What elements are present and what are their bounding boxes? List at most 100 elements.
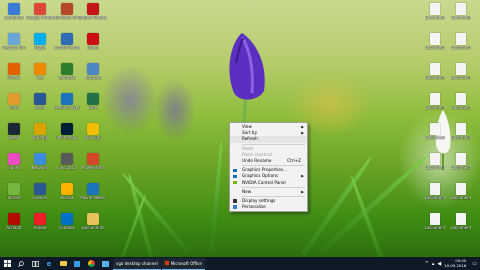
desktop-file-icon[interactable]: Document [448,3,474,21]
menu-item-undo-rename[interactable]: Undo Rename Ctrl+Z [230,158,307,164]
task-view-button[interactable] [28,257,42,270]
app-icon [61,153,73,165]
desktop-icon[interactable]: Skype [27,33,53,51]
desktop-icon[interactable]: Steam [1,123,27,141]
network-icon[interactable]: ▴ [432,261,435,267]
app-icon [8,93,20,105]
desktop-icon[interactable]: Acrobat [1,213,27,231]
document-icon [430,123,440,135]
taskbar-app-2[interactable]: Microsoft Office [161,257,205,270]
app-icon [34,153,46,165]
submenu-arrow-icon: ▶ [301,189,304,194]
desktop-file-icon[interactable]: Document [448,183,474,201]
desktop-file-label: Document [450,226,472,230]
desktop-file-label: Document [424,16,446,20]
desktop-icon[interactable]: Torrent [1,183,27,201]
taskbar-store[interactable] [70,257,84,270]
desktop-file-icon[interactable]: Document [422,153,448,171]
volume-icon[interactable]: ◀ [437,261,441,267]
desktop-icon[interactable]: Control Panel [54,33,80,51]
desktop-icon[interactable]: Winamp [27,123,53,141]
taskbar-edge[interactable]: e [42,257,56,270]
taskbar-file-explorer[interactable] [56,257,70,270]
taskbar-photos[interactable] [98,257,112,270]
search-button[interactable] [14,257,28,270]
taskbar-app-1[interactable]: vga desktop channel [113,257,161,270]
document-icon [430,33,440,45]
chevron-up-icon[interactable]: ^ [425,261,429,267]
menu-item-personalize[interactable]: Personalize [230,204,307,210]
clock[interactable]: 09:00 10-09-2016 [444,258,466,268]
desktop-icon-label: Computer [4,16,24,20]
desktop[interactable]: ComputerGoogle ChromeMicrosoft OfficeAdo… [0,0,480,257]
app-icon [34,93,46,105]
desktop-icon[interactable]: VLC [27,63,53,81]
desktop-icon[interactable]: Outlook [54,213,80,231]
desktop-file-icon[interactable]: Document [422,123,448,141]
desktop-icon[interactable]: Notepad [80,63,106,81]
desktop-icon-label: Documents [81,226,105,230]
desktop-icon-label: Adobe [33,226,47,230]
desktop-icon[interactable]: Documents [80,213,106,231]
desktop-file-icon[interactable]: Document [422,183,448,201]
desktop-file-icon[interactable]: Document [448,153,474,171]
desktop-icon[interactable]: Microsoft Office [53,3,81,21]
taskbar: e vga desktop channel Microsoft Office ^… [0,257,480,270]
desktop-file-icon[interactable]: Document [448,63,474,81]
desktop-icon[interactable]: Network [27,153,53,171]
menu-separator [242,165,305,167]
desktop-context-menu: View ▶ Sort by ▶ Refresh Paste Paste sho… [229,122,308,213]
menu-item-refresh[interactable]: Refresh [230,136,307,143]
desktop-file-icon[interactable]: Document [422,93,448,111]
desktop-icon[interactable]: Google Chrome [26,3,54,21]
desktop-icon-label: Notepad [84,76,102,80]
desktop-file-label: Document [424,196,446,200]
desktop-icon-label: Network [31,166,49,170]
desktop-icon[interactable]: PowerPoint [80,153,106,171]
desktop-icon[interactable]: Media Player [54,93,80,111]
desktop-file-icon[interactable]: Document [448,93,474,111]
app-icon [34,183,46,195]
desktop-icon[interactable]: Audacity [80,123,106,141]
app-icon [87,153,99,165]
desktop-icon[interactable]: Firefox [1,63,27,81]
desktop-icon[interactable]: Word [27,93,53,111]
intel-graphics-icon [233,168,237,173]
start-button[interactable] [0,257,14,270]
desktop-file-icon[interactable]: Document [422,213,448,231]
menu-item-view-label: View [242,124,252,129]
desktop-icon[interactable]: Computer [1,3,27,21]
desktop-file-icon[interactable]: Document [448,213,474,231]
desktop-file-icon[interactable]: Document [422,33,448,51]
app-icon [34,123,46,135]
desktop-file-icon[interactable]: Document [448,33,474,51]
desktop-icon[interactable]: Opera [80,33,106,51]
desktop-icon[interactable]: Picasa [54,183,80,201]
menu-item-new[interactable]: New ▶ [230,189,307,195]
desktop-file-label: Document [450,16,472,20]
desktop-icon[interactable]: Excel [80,93,106,111]
notification-icon[interactable]: ▭ [472,261,477,267]
desktop-icon[interactable]: Adobe [27,213,53,231]
edge-icon: e [46,259,52,268]
desktop-icon-label: Photoshop [56,136,78,140]
desktop-icon[interactable]: Calculator [54,153,80,171]
desktop-icon[interactable]: Movie Maker [80,183,106,201]
menu-item-nvidia-control-panel[interactable]: NVIDIA Control Panel [230,180,307,186]
desktop-icon[interactable]: iTunes [1,153,27,171]
desktop-file-icon[interactable]: Document [422,63,448,81]
desktop-icon[interactable]: Camtasia [54,63,80,81]
desktop-icon[interactable]: Photoshop [54,123,80,141]
desktop-icon[interactable]: Recycle Bin [1,33,27,51]
desktop-file-icon[interactable]: Document [422,3,448,21]
desktop-icon[interactable]: Adobe Reader [79,3,107,21]
desktop-icon[interactable]: Games [27,183,53,201]
app-icon [34,33,46,45]
desktop-file-label: Document [450,106,472,110]
desktop-icon[interactable]: Paint [1,93,27,111]
desktop-icon-label: iTunes [7,166,21,170]
store-icon [74,260,80,267]
document-icon [430,183,440,195]
desktop-file-icon[interactable]: Document [448,123,474,141]
taskbar-chrome[interactable] [84,257,98,270]
